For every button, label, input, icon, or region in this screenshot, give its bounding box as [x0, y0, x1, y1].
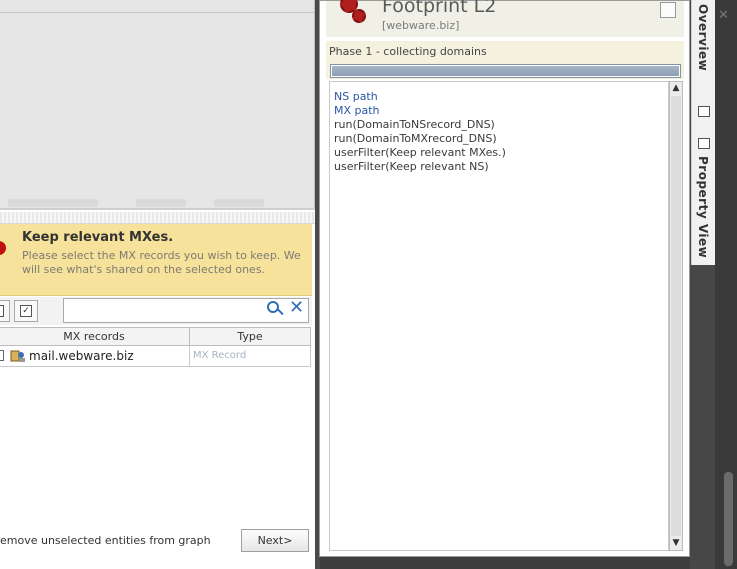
filter-toolbar: ✓ ✕ — [0, 297, 312, 325]
machine-panel: Footprint L2 [webware.biz] Phase 1 - col… — [319, 0, 690, 557]
filter-title: Keep relevant MXes. — [22, 230, 174, 245]
faded-tab — [8, 199, 98, 207]
progress-fill — [332, 66, 679, 76]
scroll-up-icon[interactable]: ▲ — [671, 83, 681, 93]
machine-title: Footprint L2 — [382, 0, 497, 17]
log-line: run(DomainToMXrecord_DNS) — [334, 132, 497, 145]
property-view-icon — [698, 138, 710, 149]
faded-tab — [214, 199, 264, 207]
close-icon[interactable]: ✕ — [718, 8, 729, 23]
phase-section: Phase 1 - collecting domains — [326, 41, 684, 79]
warning-icon — [0, 241, 6, 255]
scroll-track[interactable] — [671, 96, 681, 536]
machine-log[interactable]: NS path MX path run(DomainToNSrecord_DNS) r… — [329, 81, 669, 551]
graph-canvas[interactable] — [0, 0, 315, 210]
log-line: userFilter(Keep relevant MXes.) — [334, 146, 506, 159]
side-tab-strip: Overview Property View — [691, 0, 715, 265]
search-input[interactable] — [67, 301, 257, 319]
table-cell-type: MX Record — [189, 346, 311, 367]
filter-description: Please select the MX records you wish to… — [22, 249, 301, 276]
log-scrollbar[interactable]: ▲ ▼ — [669, 81, 683, 551]
next-button[interactable]: Next> — [241, 529, 309, 552]
search-icon[interactable] — [267, 301, 279, 313]
column-header-mx-records[interactable]: MX records — [0, 327, 190, 346]
tab-property-view[interactable]: Property View — [696, 156, 710, 258]
faded-tab — [136, 199, 186, 207]
mx-record-type: MX Record — [193, 350, 247, 361]
filter-message-banner: Keep relevant MXes. Please select the MX… — [0, 224, 312, 296]
log-link[interactable]: MX path — [334, 104, 380, 118]
remove-unselected-option[interactable]: emove unselected entities from graph — [0, 534, 211, 547]
checkbox-icon — [0, 305, 4, 317]
mx-record-icon — [10, 349, 26, 363]
minimize-icon[interactable] — [660, 2, 676, 18]
table-row[interactable]: mail.webware.biz — [0, 346, 190, 367]
tab-overview[interactable]: Overview — [696, 4, 710, 71]
outer-scrollbar-thumb[interactable] — [724, 472, 733, 566]
filter-footer: emove unselected entities from graph Nex… — [0, 528, 315, 558]
scroll-down-icon[interactable]: ▼ — [671, 538, 681, 548]
row-checkbox[interactable] — [0, 350, 4, 361]
machine-subtitle: [webware.biz] — [382, 19, 460, 32]
column-header-type[interactable]: Type — [189, 327, 311, 346]
divider — [0, 12, 315, 13]
log-line: userFilter(Keep relevant NS) — [334, 160, 489, 173]
phase-progress-bar — [330, 64, 681, 78]
clear-icon[interactable]: ✕ — [289, 297, 304, 318]
log-link[interactable]: NS path — [334, 90, 378, 104]
splitter-handle[interactable] — [0, 212, 315, 224]
app-window: Keep relevant MXes. Please select the MX… — [0, 0, 737, 569]
restore-icon[interactable] — [698, 106, 710, 117]
select-none-button[interactable] — [0, 300, 10, 322]
mx-record-name: mail.webware.biz — [29, 349, 134, 363]
log-line: run(DomainToNSrecord_DNS) — [334, 118, 495, 131]
machine-header: Footprint L2 [webware.biz] — [326, 0, 684, 37]
phase-label: Phase 1 - collecting domains — [329, 45, 487, 58]
select-all-icon: ✓ — [20, 305, 32, 317]
select-all-button[interactable]: ✓ — [14, 300, 38, 322]
